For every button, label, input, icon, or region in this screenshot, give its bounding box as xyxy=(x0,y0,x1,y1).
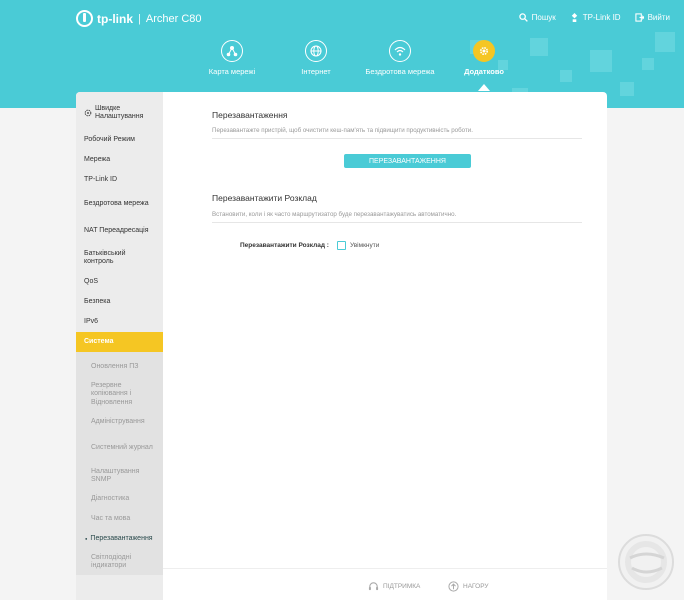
sidebar-item-network[interactable]: Мережа xyxy=(76,150,163,170)
sidebar-item-label: Батьківський контроль xyxy=(84,249,126,266)
support-label: ПІДТРИМКА xyxy=(383,583,421,590)
logout-link[interactable]: Вийти xyxy=(634,13,670,22)
sidebar-subitem-label: Резервне копіювання і Відновлення xyxy=(91,381,133,406)
tab-label: Карта мережі xyxy=(208,67,256,76)
decor-tile xyxy=(620,82,634,96)
reboot-button[interactable]: ПЕРЕЗАВАНТАЖЕННЯ xyxy=(344,154,471,168)
sidebar: Швидке Налаштування Робочий Режим Мережа… xyxy=(76,92,163,600)
wifi-icon xyxy=(389,40,411,62)
sidebar-item-label: NAT Переадресація xyxy=(84,226,149,234)
sidebar-subitem-time-language[interactable]: Час та мова xyxy=(76,509,163,529)
quick-setup-icon xyxy=(84,109,92,117)
model-name: Archer C80 xyxy=(145,12,202,25)
decor-tile xyxy=(642,58,654,70)
tp-link-logo-icon xyxy=(76,10,93,27)
sidebar-item-parental-controls[interactable]: Батьківський контроль xyxy=(76,244,163,272)
tab-wireless[interactable]: Бездротова мережа xyxy=(358,40,442,76)
sidebar-subitem-label: Адміністрування xyxy=(91,417,145,425)
arrow-up-circle-icon xyxy=(448,581,459,592)
network-map-icon xyxy=(221,40,243,62)
tp-link-logo[interactable]: tp-link | Archer C80 xyxy=(76,10,202,27)
tab-advanced[interactable]: Додатково xyxy=(442,40,526,91)
system-submenu: Оновлення ПЗ Резервне копіювання і Відно… xyxy=(76,352,163,575)
sidebar-subitem-led-indicators[interactable]: Світлодіодні індикатори xyxy=(76,549,163,575)
schedule-row: Перезавантажити Розклад : Увімкнути xyxy=(240,241,379,250)
sidebar-subitem-label: Системний журнал xyxy=(91,443,153,451)
schedule-title: Перезавантажити Розклад xyxy=(212,193,317,203)
main-nav: Карта мережі Інтернет Бездротова мережа … xyxy=(190,40,526,91)
sidebar-item-system[interactable]: Система xyxy=(76,332,163,352)
tab-internet[interactable]: Інтернет xyxy=(274,40,358,76)
gecid-watermark xyxy=(610,528,680,594)
brand-name: tp-link xyxy=(97,11,133,26)
sidebar-subitem-diagnostics[interactable]: Діагностика xyxy=(76,489,163,509)
sidebar-item-label: Система xyxy=(84,337,114,345)
sidebar-item-wireless[interactable]: Бездротова мережа xyxy=(76,190,163,218)
reboot-description: Перезавантажте пристрій, щоб очистити ке… xyxy=(212,127,473,134)
search-link[interactable]: Пошук xyxy=(518,13,556,22)
top-links: Пошук TP-Link ID Вийти xyxy=(518,13,684,22)
sidebar-subitem-label: Оновлення ПЗ xyxy=(91,362,139,370)
schedule-description: Встановити, коли і як часто маршрутизато… xyxy=(212,211,457,218)
reboot-title: Перезавантаження xyxy=(212,110,288,120)
logout-icon xyxy=(634,13,644,22)
decor-tile xyxy=(530,38,548,56)
sidebar-item-operation-mode[interactable]: Робочий Режим xyxy=(76,130,163,150)
sidebar-item-security[interactable]: Безпека xyxy=(76,292,163,312)
divider xyxy=(212,138,582,139)
back-to-top-link[interactable]: НАГОРУ xyxy=(448,581,489,592)
search-icon xyxy=(518,13,528,22)
sidebar-item-label: Бездротова мережа xyxy=(84,199,149,207)
globe-icon xyxy=(305,40,327,62)
sidebar-subitem-label: Світлодіодні індикатори xyxy=(91,553,132,570)
schedule-field-label: Перезавантажити Розклад : xyxy=(240,242,329,249)
tp-link-id-label: TP-Link ID xyxy=(582,13,621,22)
enable-schedule-checkbox[interactable] xyxy=(336,241,346,250)
sidebar-item-label: Безпека xyxy=(84,297,111,305)
footer: ПІДТРИМКА НАГОРУ xyxy=(163,568,607,600)
sidebar-subitem-administration[interactable]: Адміністрування xyxy=(76,411,163,433)
sidebar-item-qos[interactable]: QoS xyxy=(76,272,163,292)
decor-tile xyxy=(560,70,572,82)
logout-label: Вийти xyxy=(647,13,670,22)
sidebar-subitem-backup-restore[interactable]: Резервне копіювання і Відновлення xyxy=(76,378,163,411)
decor-tile xyxy=(655,32,675,52)
divider xyxy=(212,222,582,223)
support-link[interactable]: ПІДТРИМКА xyxy=(368,581,420,592)
sidebar-item-quick-setup[interactable]: Швидке Налаштування xyxy=(76,92,163,130)
sidebar-item-label: QoS xyxy=(84,277,99,285)
sidebar-item-nat-forwarding[interactable]: NAT Переадресація xyxy=(76,218,163,244)
sidebar-item-ipv6[interactable]: IPv6 xyxy=(76,312,163,332)
user-id-icon xyxy=(571,13,577,22)
main-card: Швидке Налаштування Робочий Режим Мережа… xyxy=(76,92,607,600)
sidebar-item-label: Мережа xyxy=(84,155,111,163)
tp-link-id-link[interactable]: TP-Link ID xyxy=(570,13,621,22)
sidebar-item-label: TP-Link ID xyxy=(84,175,118,183)
gecid-watermark-logo-icon xyxy=(618,534,674,590)
sidebar-subitem-label: Час та мова xyxy=(91,514,131,522)
decor-tile xyxy=(590,50,612,72)
tab-network-map[interactable]: Карта мережі xyxy=(190,40,274,76)
search-label: Пошук xyxy=(531,13,556,22)
enable-schedule-label[interactable]: Увімкнути xyxy=(350,242,379,249)
sidebar-subitem-reboot[interactable]: Перезавантаження xyxy=(76,529,163,549)
tab-label: Інтернет xyxy=(301,67,331,76)
top-label: НАГОРУ xyxy=(463,583,489,590)
sidebar-subitem-label: Діагностика xyxy=(91,494,130,502)
sidebar-item-label: IPv6 xyxy=(84,317,99,325)
gear-icon xyxy=(473,40,495,62)
tab-label: Бездротова мережа xyxy=(365,67,435,76)
sidebar-item-label: Робочий Режим xyxy=(84,135,135,143)
sidebar-item-tp-link-id[interactable]: TP-Link ID xyxy=(76,170,163,190)
sidebar-subitem-label: Налаштування SNMP xyxy=(91,467,140,484)
headset-icon xyxy=(368,582,379,591)
sidebar-subitem-system-log[interactable]: Системний журнал xyxy=(76,433,163,463)
tab-label: Додатково xyxy=(464,67,504,76)
logo-separator: | xyxy=(138,12,141,25)
sidebar-item-label: Швидке Налаштування xyxy=(95,104,144,121)
content-panel: Перезавантаження Перезавантажте пристрій… xyxy=(163,92,607,600)
sidebar-subitem-firmware-update[interactable]: Оновлення ПЗ xyxy=(76,356,163,378)
sidebar-subitem-snmp-settings[interactable]: Налаштування SNMP xyxy=(76,463,163,489)
sidebar-subitem-label: Перезавантаження xyxy=(90,534,153,542)
